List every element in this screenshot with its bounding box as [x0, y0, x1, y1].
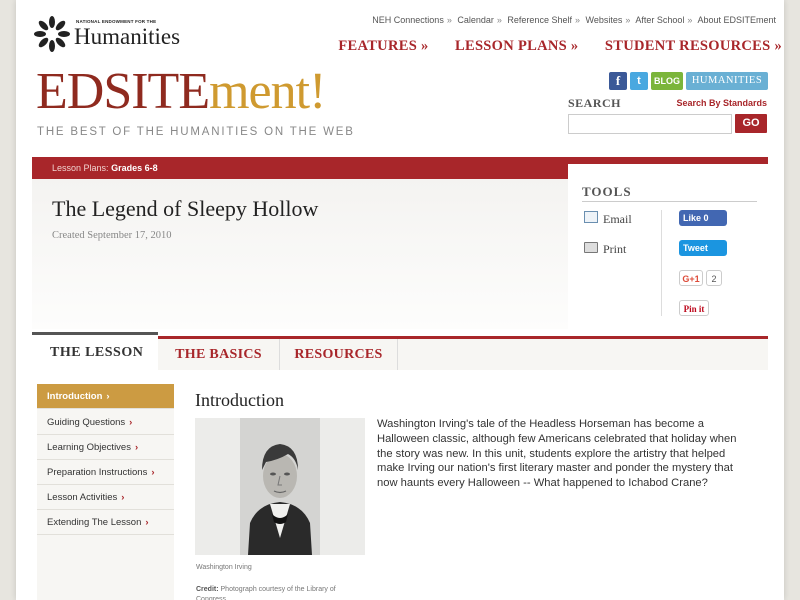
blog-button[interactable]: BLOG — [651, 72, 683, 90]
twitter-icon[interactable]: t — [630, 72, 648, 90]
link-calendar[interactable]: Calendar — [457, 15, 494, 25]
breadcrumb-label: Lesson Plans: — [52, 163, 109, 173]
separator: » — [446, 15, 452, 25]
google-plus-count: 2 — [706, 270, 722, 286]
printer-icon[interactable] — [584, 242, 598, 253]
tools-heading: TOOLS — [582, 184, 632, 199]
sidebar-item-learning-objectives[interactable]: Learning Objectives › — [37, 435, 174, 460]
sidebar-item-extending-the-lesson[interactable]: Extending The Lesson › — [37, 510, 174, 535]
sidebar-item-label: Preparation Instructions — [47, 467, 148, 478]
edsitement-logo[interactable]: EDSITEment! — [36, 63, 326, 120]
sidebar-item-label: Learning Objectives — [47, 442, 131, 453]
breadcrumb: Lesson Plans: Grades 6-8 — [32, 157, 568, 179]
tab-the-lesson[interactable]: THE LESSON — [32, 332, 158, 372]
chevron-right-icon: › — [151, 467, 155, 478]
page-title: The Legend of Sleepy Hollow — [52, 196, 319, 221]
section-heading: Introduction — [195, 390, 284, 410]
separator: » — [625, 15, 631, 25]
main-nav: FEATURES » LESSON PLANS » STUDENT RESOUR… — [316, 37, 782, 55]
sidebar-item-guiding-questions[interactable]: Guiding Questions › — [37, 410, 174, 435]
print-link[interactable]: Print — [603, 242, 626, 257]
divider — [582, 201, 757, 202]
social-links: f t BLOG HUMANITIES — [606, 72, 768, 92]
search-label: SEARCH — [568, 96, 622, 110]
divider — [661, 210, 662, 316]
sidebar-item-introduction[interactable]: Introduction › — [37, 384, 174, 409]
email-link[interactable]: Email — [603, 212, 632, 227]
chevron-right-icon: › — [121, 492, 125, 503]
chevron-right-icon: › — [129, 417, 133, 428]
photo-credit: Credit: Photograph courtesy of the Libra… — [196, 585, 366, 600]
sidebar-item-preparation-instructions[interactable]: Preparation Instructions › — [37, 460, 174, 485]
sidebar-item-label: Lesson Activities — [47, 492, 118, 503]
tweet-button[interactable]: Tweet — [679, 240, 727, 256]
lesson-sidebar: Introduction › Guiding Questions › Learnin… — [37, 384, 174, 600]
sidebar-item-label: Guiding Questions — [47, 417, 126, 428]
humanities-button[interactable]: HUMANITIES — [686, 72, 768, 90]
facebook-icon[interactable]: f — [609, 72, 627, 90]
separator: » — [574, 15, 580, 25]
link-reference-shelf[interactable]: Reference Shelf — [507, 15, 572, 25]
nav-student-resources[interactable]: STUDENT RESOURCES » — [605, 38, 782, 54]
google-plus-button[interactable]: G+1 — [679, 270, 703, 286]
separator: » — [496, 15, 502, 25]
header-rule — [568, 157, 768, 164]
search-go-button[interactable]: GO — [735, 114, 767, 133]
tagline: THE BEST OF THE HUMANITIES ON THE WEB — [37, 126, 355, 138]
search-input[interactable] — [568, 114, 732, 134]
sidebar-item-lesson-activities[interactable]: Lesson Activities › — [37, 485, 174, 510]
email-icon[interactable] — [584, 211, 598, 223]
search-by-standards-link[interactable]: Search By Standards — [676, 98, 767, 108]
chevron-right-icon: › — [145, 517, 149, 528]
washington-irving-portrait — [240, 418, 320, 555]
tab-resources[interactable]: RESOURCES — [280, 339, 398, 370]
link-after-school[interactable]: After School — [635, 15, 684, 25]
separator: » — [687, 15, 693, 25]
breadcrumb-grade-link[interactable]: Grades 6-8 — [111, 163, 158, 173]
neh-logo[interactable]: NATIONAL ENDOWMENT FOR THE Humanities — [34, 14, 204, 54]
credit-label: Credit: — [196, 586, 219, 593]
tab-the-basics[interactable]: THE BASICS — [158, 339, 280, 370]
nav-lesson-plans[interactable]: LESSON PLANS » — [455, 38, 578, 54]
created-date: Created September 17, 2010 — [52, 230, 172, 241]
brand-part-1: EDSITE — [36, 63, 210, 120]
page: NATIONAL ENDOWMENT FOR THE Humanities NE… — [16, 0, 784, 600]
neh-emblem-icon — [34, 16, 70, 52]
photo-caption: Washington Irving — [196, 564, 252, 571]
chevron-right-icon: › — [106, 391, 110, 402]
intro-paragraph: Washington Irving's tale of the Headless… — [377, 418, 737, 490]
nav-features[interactable]: FEATURES » — [338, 38, 428, 54]
brand-part-2: ment! — [209, 63, 326, 120]
sidebar-item-label: Extending The Lesson — [47, 517, 142, 528]
sidebar-item-label: Introduction — [47, 391, 103, 402]
chevron-right-icon: › — [134, 442, 139, 453]
neh-wordmark: Humanities — [74, 24, 181, 49]
link-about-edsitement[interactable]: About EDSITEment — [697, 15, 776, 25]
link-neh-connections[interactable]: NEH Connections — [372, 15, 444, 25]
utility-nav: NEH Connections» Calendar» Reference She… — [372, 15, 776, 25]
facebook-like-button[interactable]: Like 0 — [679, 210, 727, 226]
link-websites[interactable]: Websites — [586, 15, 623, 25]
pinterest-button[interactable]: Pin it — [679, 300, 709, 316]
